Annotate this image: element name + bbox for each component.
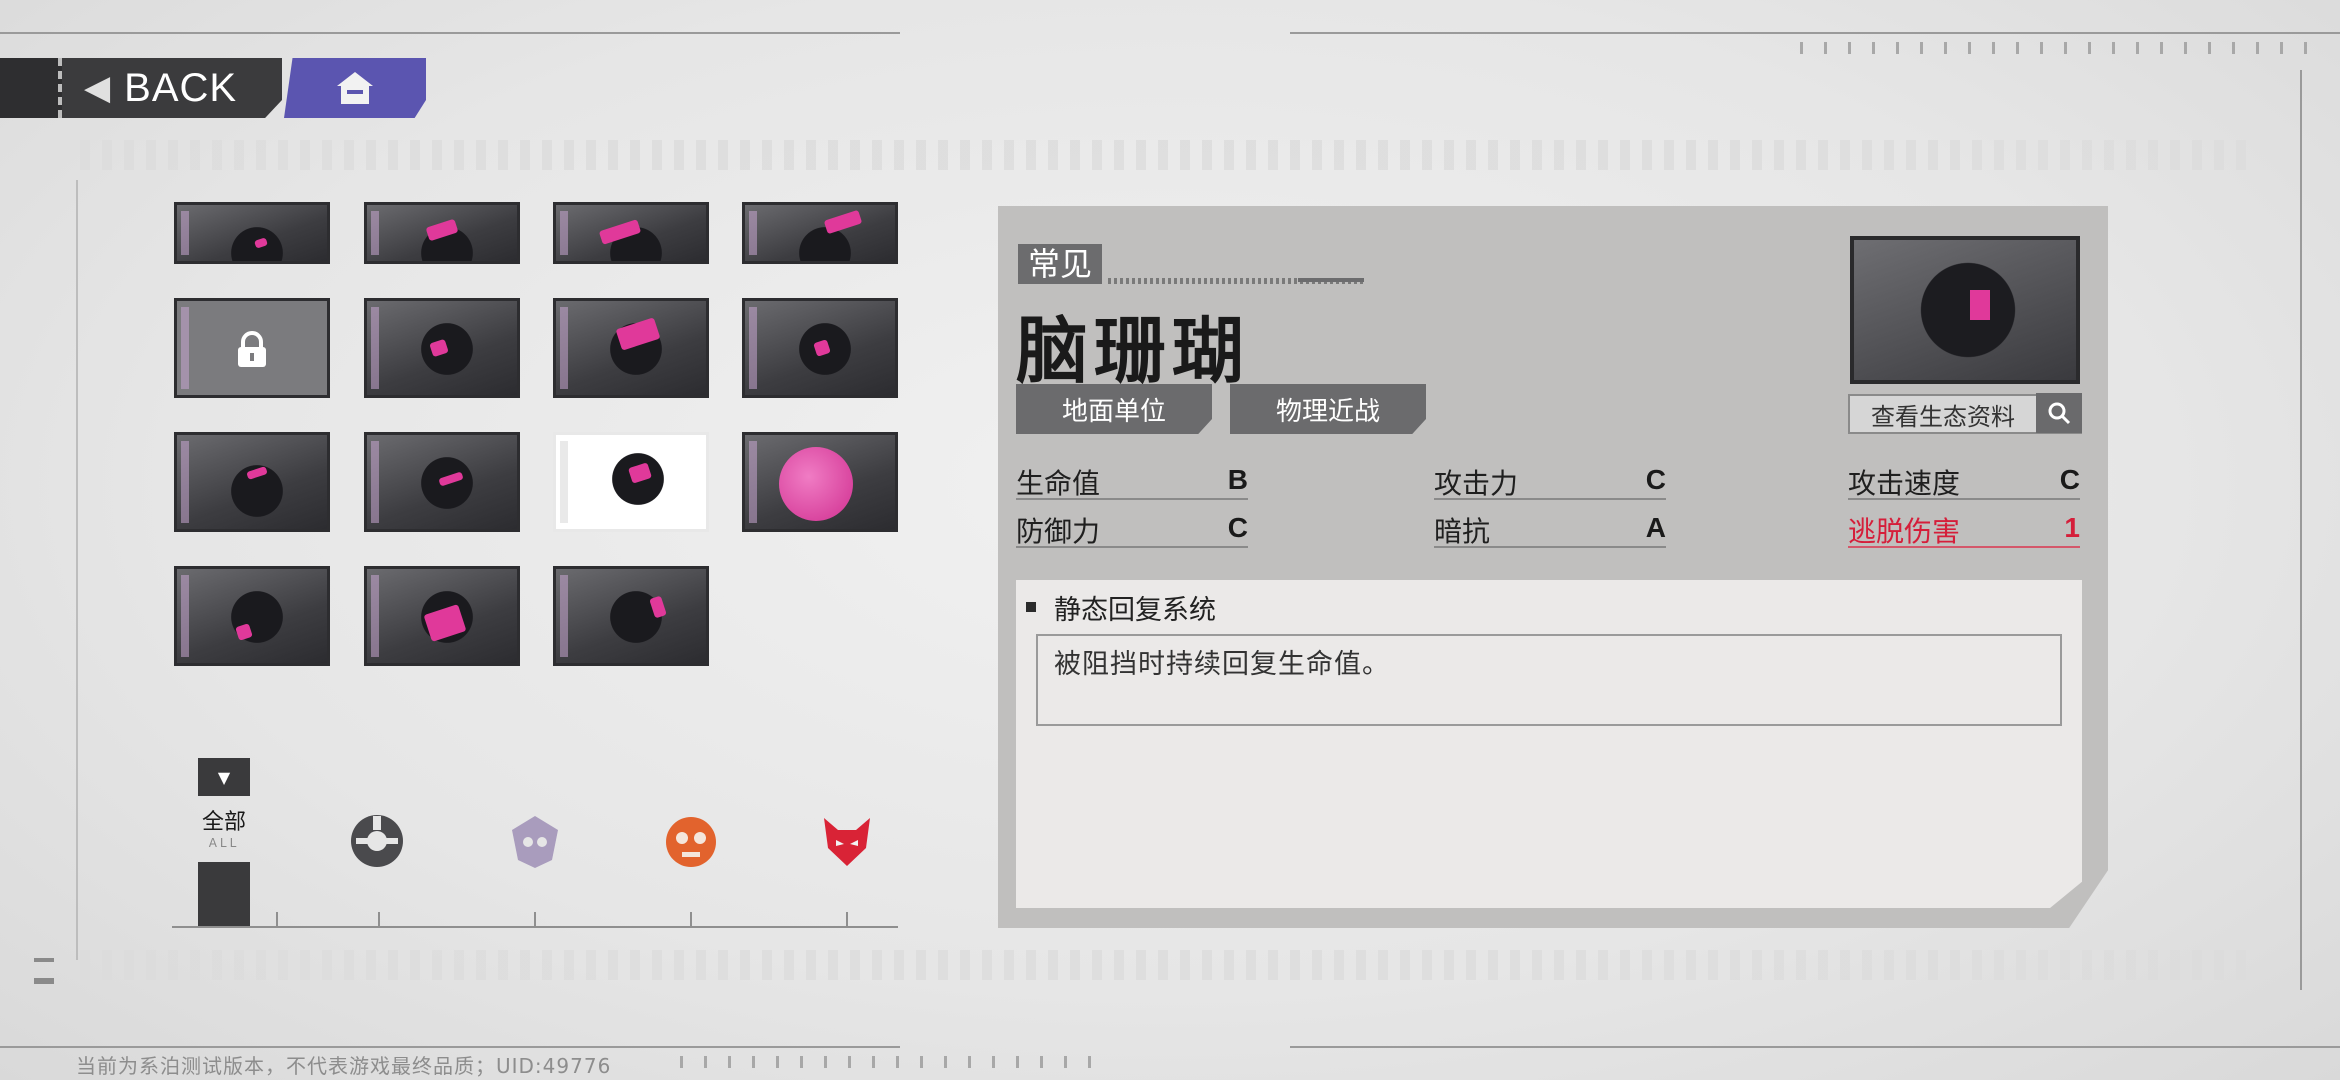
stat-dark-res: 暗抗 A [1434,506,1666,548]
chevron-down-icon: ▼ [198,758,250,796]
accent-mark [1970,290,1990,320]
stat-escape-damage: 逃脱伤害 1 [1848,506,2080,548]
stat-value: C [1645,464,1666,495]
top-dash-strip [80,140,2250,170]
stat-value: C [2059,464,2080,495]
build-notice: 当前为系泊测试版本，不代表游戏最终品质；UID:49776 [76,1054,612,1078]
footer-tickmarks [680,1056,1100,1068]
stat-value: C [1227,512,1248,543]
lock-icon [238,331,266,367]
enemy-card[interactable] [742,432,898,532]
spiked-orb [779,447,853,521]
enemy-figure [405,447,489,527]
faction-orange-icon[interactable] [662,812,720,870]
enemy-card[interactable] [174,432,330,532]
faction-red-icon[interactable] [818,812,876,870]
back-grip [0,58,62,118]
axis-tick [846,912,848,926]
skill-text: 被阻挡时持续回复生命值。 [1054,649,1390,680]
frame-bottom-right-line [1290,1046,2340,1048]
enemy-card-locked[interactable] [174,298,330,398]
enemy-card[interactable] [364,298,520,398]
faction-purple-icon[interactable] [506,812,564,870]
enemy-card[interactable] [553,202,709,264]
rarity-badge: 常见 [1018,244,1103,284]
enemy-card[interactable] [364,566,520,666]
axis-tick [690,912,692,926]
frame-left-edge [76,180,78,960]
enemy-portrait [1850,236,2080,384]
skill-bullet [1026,602,1036,612]
enemy-figure [215,455,299,529]
stat-key: 攻击力 [1434,467,1519,500]
top-right-tickmarks [1800,42,2320,54]
stat-value: B [1227,464,1248,495]
frame-top-right-line [1290,32,2340,34]
back-arrow-icon: ◀ [84,68,111,108]
filter-all-sub: ALL [208,836,240,850]
stat-hp: 生命值 B [1016,458,1248,500]
stat-key: 生命值 [1016,467,1101,500]
enemy-figure [215,581,299,661]
enemy-card[interactable] [742,298,898,398]
back-label: BACK [124,65,238,110]
view-ecology-button[interactable]: 查看生态资料 [1848,393,2082,434]
side-marker [34,958,54,962]
enemy-card[interactable] [364,202,520,264]
filter-all-label: 全部 [201,810,246,835]
enemy-figure [596,443,680,523]
skill-name: 静态回复系统 [1054,595,1216,626]
enemy-card[interactable] [553,298,709,398]
bottom-dash-strip [80,950,2250,980]
stat-atk: 攻击力 C [1434,458,1666,500]
stat-key: 暗抗 [1434,515,1491,548]
enemy-card[interactable] [364,432,520,532]
search-icon [2036,393,2082,433]
filter-all[interactable]: ▼ 全部 ALL [198,758,250,928]
portrait-figure [1908,250,2028,370]
frame-right-edge [2300,70,2302,990]
filter-all-indicator [198,862,250,928]
frame-top-left-line [0,32,900,34]
home-icon [337,72,373,104]
stat-def: 防御力 C [1016,506,1248,548]
rarity-underline [1108,278,1364,284]
home-button[interactable] [284,58,426,118]
frame-bottom-left-line [0,1046,900,1048]
faction-dark-icon[interactable] [348,812,406,870]
enemy-card[interactable] [742,202,898,264]
view-ecology-label: 查看生态资料 [1871,402,2015,431]
tag-physical-melee: 物理近战 [1230,384,1426,434]
enemy-card[interactable] [174,566,330,666]
enemy-figure [405,313,489,393]
enemy-card-selected[interactable] [553,432,709,532]
side-marker [34,978,54,984]
filter-axis [172,926,898,928]
axis-tick [276,912,278,926]
skill-description-box: 静态回复系统 被阻挡时持续回复生命值。 [1016,580,2082,908]
stat-key: 逃脱伤害 [1848,515,1961,548]
stat-key: 攻击速度 [1848,467,1961,500]
stat-value: 1 [2064,512,2080,543]
axis-tick [534,912,536,926]
stat-key: 防御力 [1016,515,1101,548]
enemy-card[interactable] [174,202,330,264]
tag-ground-unit: 地面单位 [1016,384,1212,434]
back-button[interactable]: ◀ BACK [0,58,282,118]
enemy-card[interactable] [553,566,709,666]
axis-tick [378,912,380,926]
enemy-name: 脑珊瑚 [1016,309,1251,393]
stat-value: A [1645,512,1666,543]
enemy-figure [594,581,678,661]
stat-atk-speed: 攻击速度 C [1848,458,2080,500]
